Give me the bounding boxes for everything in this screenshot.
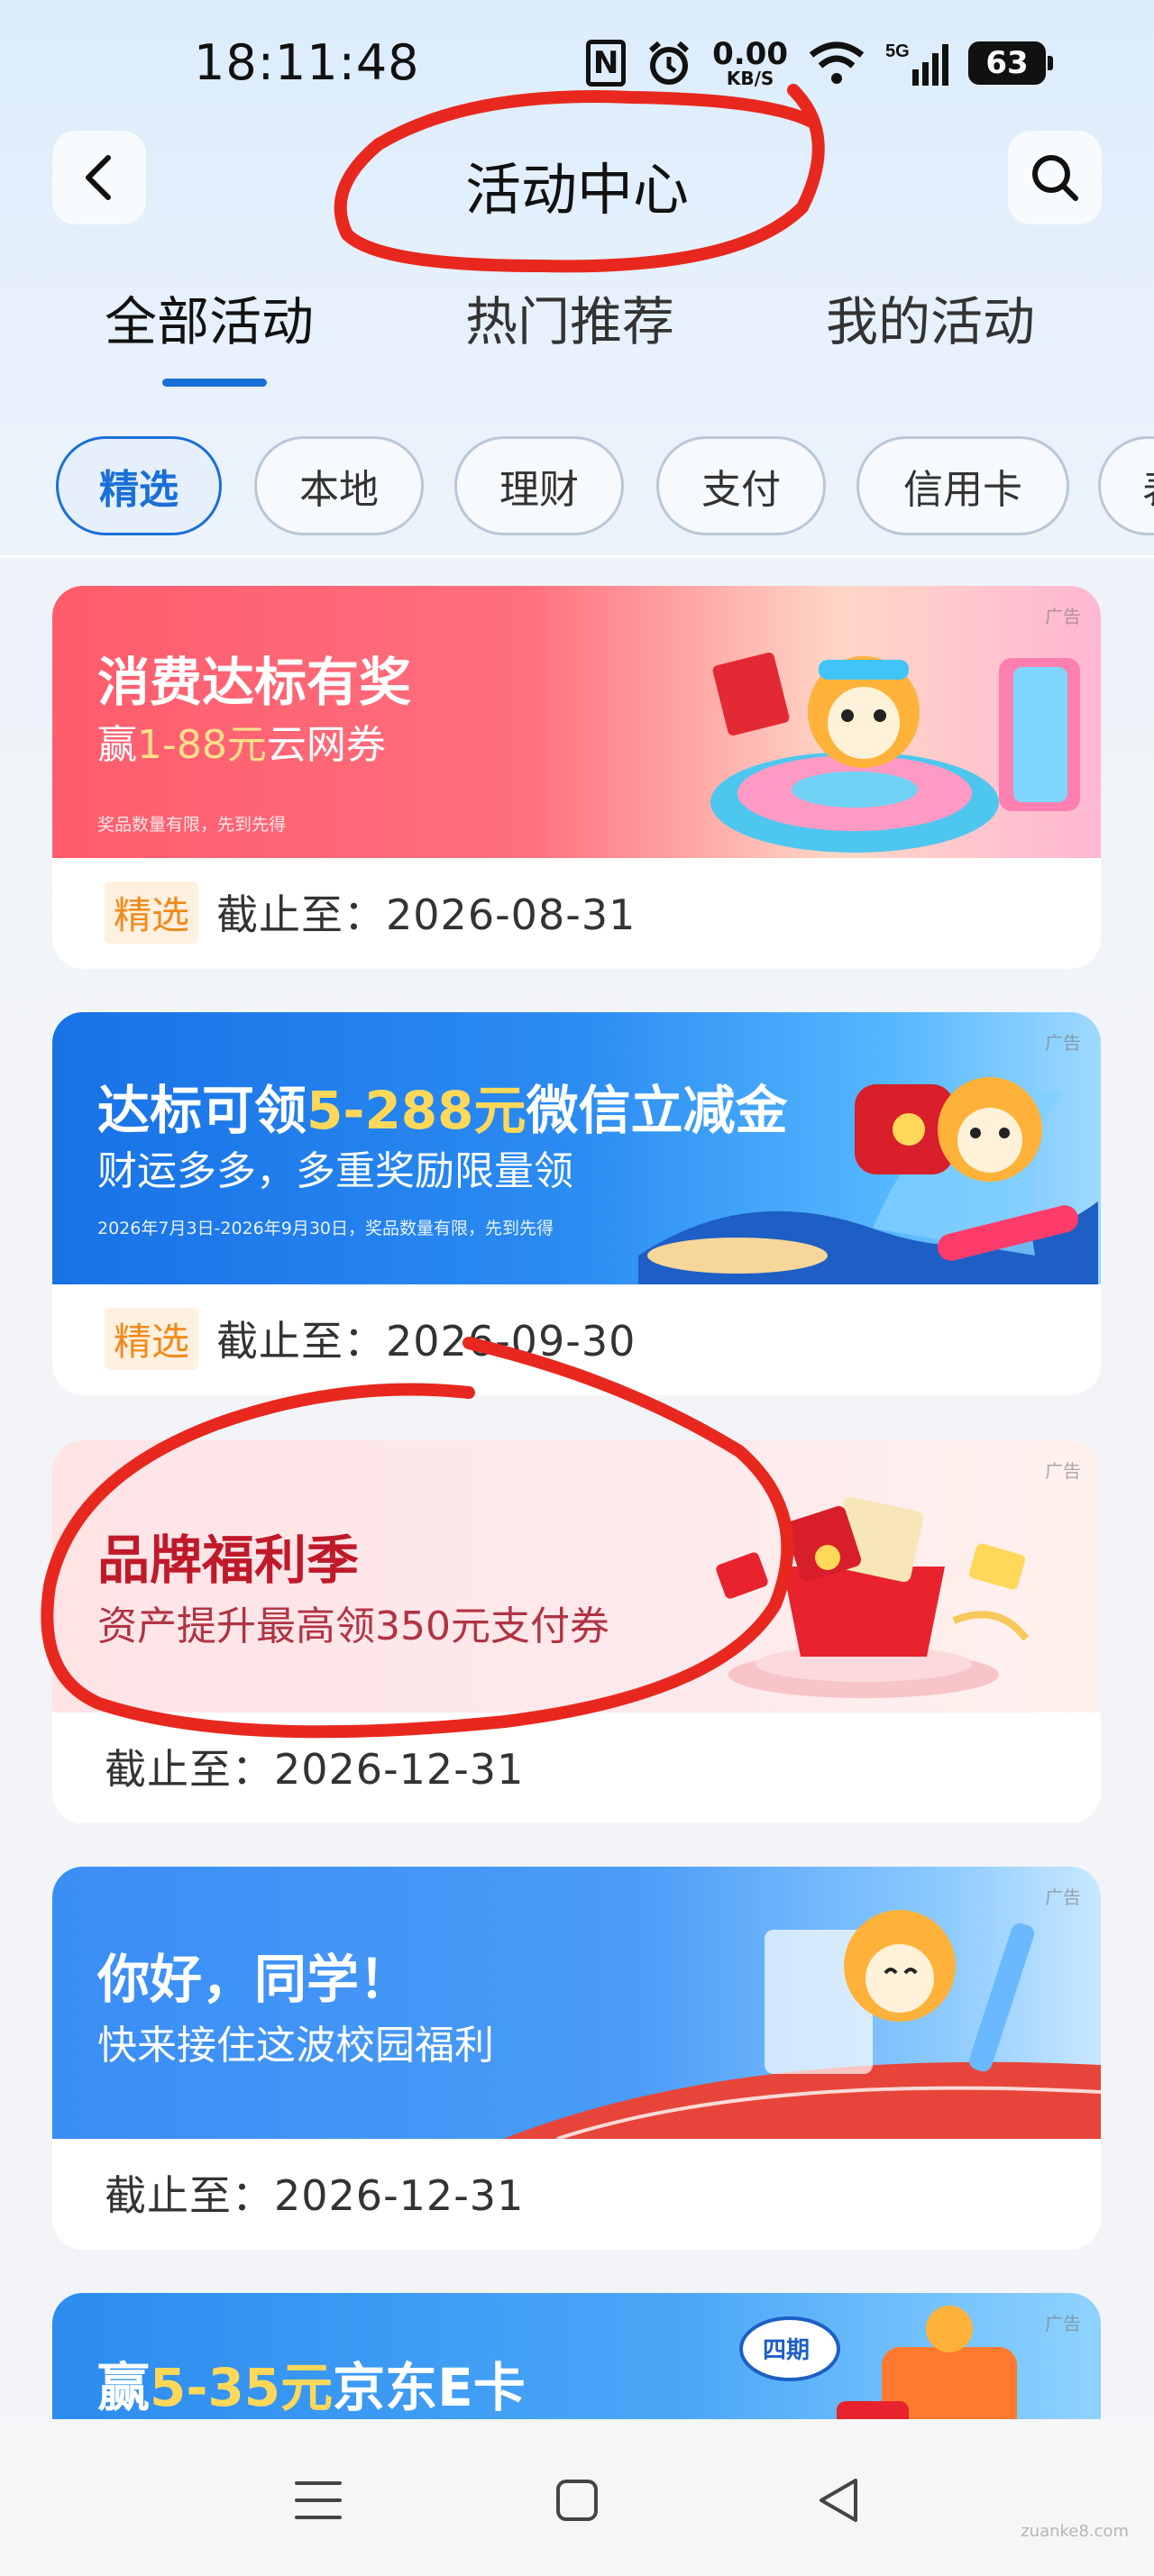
activity-banner[interactable]: 广告 品牌福利季 资产提升最高领350元支付券: [52, 1440, 1101, 1713]
gift-box-illustration: [701, 1458, 1080, 1705]
banner-title: 你好，同学！: [97, 1949, 412, 2010]
net-speed: 0.00 KB/S: [712, 39, 788, 87]
alarm-icon: [646, 40, 692, 87]
search-button[interactable]: [1008, 131, 1102, 224]
status-icons: N 0.00 KB/S 5G 63: [586, 36, 1053, 90]
deadline-text: 截止至：2026-12-31: [105, 1745, 525, 1794]
ad-label: 广告: [1045, 1460, 1081, 1482]
banner-fine-print: 奖品数量有限，先到先得: [97, 815, 287, 835]
ad-label: 广告: [1045, 2313, 1081, 2334]
activity-card[interactable]: 广告 达标可领5-288元微信立减金 财运多多，多重奖励限量领 2026年7月3…: [52, 1012, 1101, 1395]
deadline-text: 截止至：2026-08-31: [216, 891, 637, 939]
title-suffix: 微信立减金: [526, 1080, 788, 1141]
title-prefix: 赢: [97, 2357, 151, 2418]
status-bar: 18:11:48 N 0.00 KB/S 5G 63: [0, 0, 1154, 126]
banner-fine-print: 2026年7月3日-2026年9月30日，奖品数量有限，先到先得: [97, 1219, 554, 1238]
title-highlight: 5-288元: [307, 1080, 527, 1141]
header-divider: [0, 555, 1154, 558]
banner-title: 赢5-35元京东E卡: [97, 2345, 526, 2421]
card-footer: 截止至：2026-12-31: [52, 1713, 1101, 1821]
page-title: 活动中心: [464, 157, 689, 223]
card-footer: 截止至：2026-12-31: [52, 2139, 1101, 2247]
activity-card[interactable]: 广告 品牌福利季 资产提升最高领350元支付券 截止至：2026-12-31: [52, 1440, 1101, 1823]
tab-my-activities[interactable]: 我的活动: [826, 279, 1035, 355]
chip-featured[interactable]: 精选: [56, 436, 222, 535]
activity-banner[interactable]: 广告 你好，同学！ 快来接住这波校园福利: [52, 1867, 1101, 2139]
tab-hot-recommend[interactable]: 热门推荐: [465, 279, 674, 355]
banner-title: 达标可领5-288元微信立减金: [97, 1068, 788, 1144]
triangle-back-icon: [820, 2479, 857, 2522]
chip-payment[interactable]: 支付: [656, 436, 826, 535]
page-header: 活动中心: [0, 126, 1154, 234]
battery-indicator: 63: [968, 41, 1053, 85]
nfc-icon: N: [586, 40, 627, 87]
deadline-text: 截止至：2026-12-31: [105, 2171, 525, 2220]
subtitle-prefix: 赢: [97, 722, 137, 768]
activity-banner[interactable]: 广告 达标可领5-288元微信立减金 财运多多，多重奖励限量领 2026年7月3…: [52, 1012, 1101, 1284]
banner-title: 品牌福利季: [97, 1530, 360, 1591]
activity-banner[interactable]: 广告 消费达标有奖 赢1-88元云网券 奖品数量有限，先到先得: [52, 586, 1101, 858]
activity-card[interactable]: 广告 消费达标有奖 赢1-88元云网券 奖品数量有限，先到先得 精选 截止至：2…: [52, 586, 1101, 969]
banner-subtitle: 资产提升最高领350元支付券: [97, 1603, 609, 1649]
tab-all-activities[interactable]: 全部活动: [105, 279, 314, 355]
wifi-icon: [808, 41, 866, 86]
menu-icon: [295, 2481, 342, 2519]
title-suffix: 京东E卡: [333, 2357, 526, 2418]
banner-title: 消费达标有奖: [97, 652, 412, 713]
featured-tag: 精选: [105, 881, 199, 944]
banner-subtitle: 赢1-88元云网券: [97, 712, 386, 770]
network-type-label: 5G: [885, 41, 910, 61]
subtitle-suffix: 云网券: [266, 722, 386, 768]
watermark: zuanke8.com: [1021, 2522, 1129, 2541]
tab-active-indicator: [162, 379, 267, 387]
chip-finance[interactable]: 理财: [454, 436, 624, 535]
activity-card[interactable]: 广告 你好，同学！ 快来接住这波校园福利 截止至：2026-12-31: [52, 1867, 1101, 2250]
banner-subtitle: 快来接住这波校园福利: [97, 2023, 494, 2069]
banner-subtitle: 财运多多，多重奖励限量领: [97, 1148, 573, 1194]
net-speed-unit: KB/S: [726, 68, 774, 89]
card-footer: 精选 截止至：2026-09-30: [52, 1284, 1101, 1393]
ad-label: 广告: [1045, 1032, 1081, 1054]
deadline-text: 截止至：2026-09-30: [216, 1317, 637, 1366]
featured-tag: 精选: [105, 1307, 199, 1370]
square-home-icon: [556, 2480, 598, 2521]
activity-tabs: 全部活动 热门推荐 我的活动: [0, 279, 1154, 388]
system-nav-bar: [0, 2419, 1154, 2576]
chip-more[interactable]: 表: [1098, 436, 1154, 535]
ad-label: 广告: [1045, 1886, 1081, 1908]
status-time: 18:11:48: [194, 34, 420, 91]
nav-back-button[interactable]: [793, 2455, 884, 2545]
net-speed-value: 0.00: [712, 36, 788, 72]
title-highlight: 5-35元: [150, 2357, 334, 2418]
nav-menu-button[interactable]: [273, 2455, 363, 2545]
nav-home-button[interactable]: [532, 2455, 622, 2545]
signal-icon: 5G: [885, 39, 948, 87]
subtitle-highlight: 1-88元: [137, 722, 267, 768]
category-chips: 精选 本地 理财 支付 信用卡 表: [54, 433, 1154, 541]
period-badge: 四期: [763, 2337, 810, 2364]
chip-credit-card[interactable]: 信用卡: [856, 436, 1069, 535]
title-prefix: 达标可领: [97, 1080, 307, 1141]
mascot-pool-illustration: [683, 604, 1098, 858]
chip-local[interactable]: 本地: [254, 436, 424, 535]
card-footer: 精选 截止至：2026-08-31: [52, 858, 1101, 966]
ad-label: 广告: [1045, 606, 1081, 627]
mascot-surf-illustration: [638, 1021, 1098, 1284]
search-icon: [1032, 155, 1078, 201]
